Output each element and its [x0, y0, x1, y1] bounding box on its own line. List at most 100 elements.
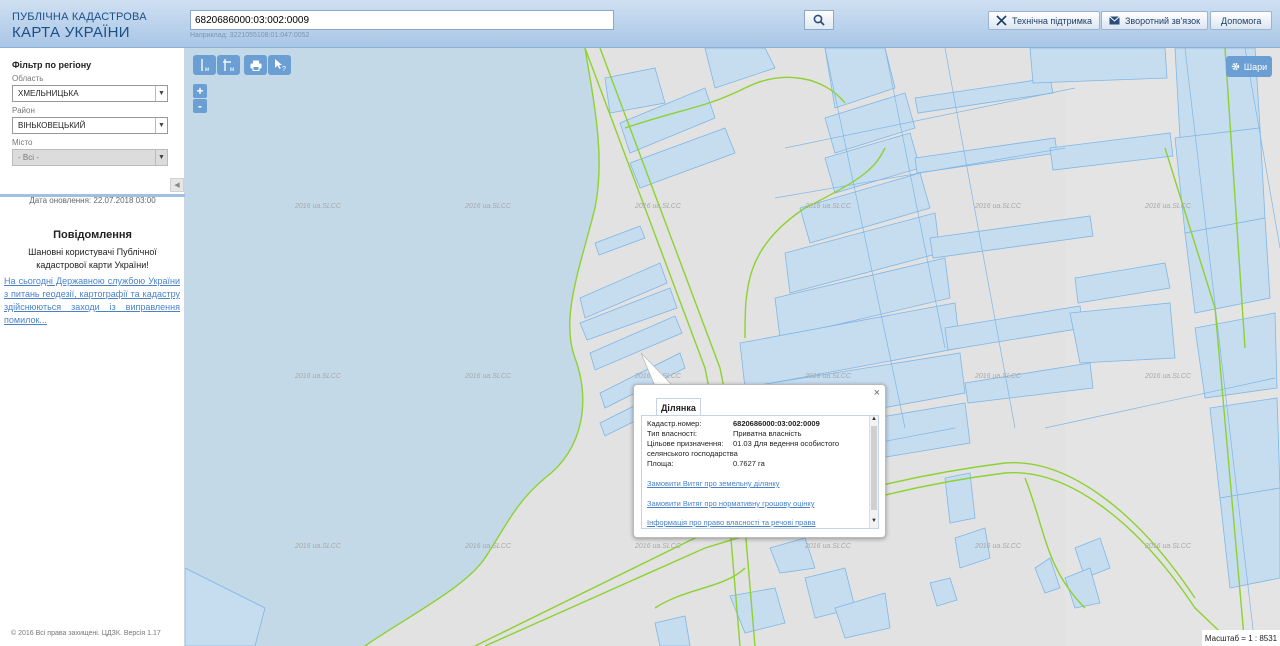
row-label: Тип власності: [647, 429, 697, 438]
search-button[interactable] [804, 10, 834, 30]
region-filter: Фільтр по регіону Область ХМЕЛЬНИЦЬКА ▼ … [0, 48, 184, 195]
envelope-icon [1109, 16, 1120, 25]
feedback-label: Зворотний зв'язок [1125, 15, 1201, 26]
watermark-text: 2016 ua.SLCC [634, 543, 682, 550]
ownership-info-link[interactable]: Інформація про право власності та речові… [647, 518, 816, 527]
tools-icon [996, 15, 1007, 26]
watermark-text: 2016 ua.SLCC [464, 373, 512, 380]
watermark-text: 2016 ua.SLCC [294, 203, 342, 210]
feedback-button[interactable]: Зворотний зв'язок [1101, 11, 1209, 30]
map-view[interactable]: 2016 ua.SLCC 2016 ua.SLCC 2016 ua.SLCC 2… [185, 48, 1280, 646]
measure-distance-button[interactable]: м [193, 55, 216, 75]
svg-text:?: ? [282, 66, 286, 72]
parcel-popup: × Ділянка Кадастр.номер: 6820686000:03:00… [633, 384, 886, 538]
city-label: Місто [12, 138, 33, 147]
close-icon[interactable]: × [874, 387, 880, 399]
watermark-text: 2016 ua.SLCC [294, 543, 342, 550]
zoom-out-button[interactable]: - [193, 99, 207, 113]
region-label: Область [12, 74, 44, 83]
info-row: Тип власності: Приватна власність [647, 429, 802, 439]
region-value: ХМЕЛЬНИЦЬКА [18, 89, 79, 98]
watermark-text: 2016 ua.SLCC [294, 373, 342, 380]
support-button[interactable]: Технічна підтримка [988, 11, 1101, 30]
region-select[interactable]: ХМЕЛЬНИЦЬКА ▼ [12, 85, 168, 102]
info-row: Цільове призначення: 01.03 Для ведення ос… [647, 439, 839, 449]
watermark-text: 2016 ua.SLCC [974, 203, 1022, 210]
watermark-text: 2016 ua.SLCC [464, 543, 512, 550]
row-value: 0.7627 га [733, 459, 765, 468]
watermark-text: 2016 ua.SLCC [464, 203, 512, 210]
notice-title: Повідомлення [53, 229, 132, 241]
zoom-in-button[interactable]: + [193, 84, 207, 98]
watermark-text: 2016 ua.SLCC [804, 373, 852, 380]
search-hint: Наприклад: 3221055108:01:047:0052 [190, 32, 310, 39]
info-row: Площа: 0.7627 га [647, 459, 765, 469]
update-date: Дата оновлення: 22.07.2018 03:00 [29, 196, 156, 205]
sidebar: Фільтр по регіону Область ХМЕЛЬНИЦЬКА ▼ … [0, 48, 185, 646]
filter-title: Фільтр по регіону [12, 60, 92, 70]
support-label: Технічна підтримка [1012, 15, 1093, 26]
info-row: Кадастр.номер: 6820686000:03:002:0009 [647, 419, 820, 429]
search-input[interactable] [190, 10, 614, 30]
map-canvas[interactable]: 2016 ua.SLCC 2016 ua.SLCC 2016 ua.SLCC 2… [185, 48, 1280, 646]
layers-label: Шари [1243, 61, 1268, 72]
search-box: Наприклад: 3221055108:01:047:0052 [190, 10, 834, 39]
chevron-down-icon: ▼ [155, 86, 167, 101]
district-select[interactable]: ВІНЬКОВЕЦЬКИЙ ▼ [12, 117, 168, 134]
chevron-down-icon: ▼ [155, 150, 167, 165]
collapse-sidebar-button[interactable]: ◀ [170, 178, 184, 192]
scroll-down-icon[interactable]: ▼ [870, 518, 878, 524]
logo[interactable]: ПУБЛІЧНА КАДАСТРОВА КАРТА УКРАЇНИ [12, 11, 147, 41]
ruler-icon: м [200, 59, 209, 72]
row-label: Цільове призначення: [647, 439, 724, 448]
svg-text:м: м [230, 67, 234, 72]
city-value: - Всі - [18, 153, 39, 162]
svg-text:м: м [205, 67, 209, 72]
chevron-down-icon: ▼ [155, 118, 167, 133]
notice-link[interactable]: На сьогодні Державною службою України з … [4, 275, 180, 327]
district-label: Район [12, 106, 35, 115]
row-label: Площа: [647, 459, 674, 468]
pointer-help-icon: ? [274, 59, 286, 72]
popup-scrollbar[interactable]: ▲ ▼ [869, 416, 878, 528]
row-value-cont: селянського господарства [647, 449, 738, 458]
district-value: ВІНЬКОВЕЦЬКИЙ [18, 121, 86, 130]
print-button[interactable] [244, 55, 267, 75]
printer-icon [250, 60, 261, 71]
watermark-text: 2016 ua.SLCC [804, 203, 852, 210]
order-extract-link[interactable]: Замовити Витяг про земельну ділянку [647, 479, 780, 488]
watermark-text: 2016 ua.SLCC [974, 373, 1022, 380]
logo-line2: КАРТА УКРАЇНИ [12, 24, 130, 41]
layers-button[interactable]: Шари [1226, 56, 1272, 77]
logo-line1: ПУБЛІЧНА КАДАСТРОВА [12, 11, 147, 23]
help-label: Допомога [1221, 15, 1262, 26]
scale-readout: Масштаб = 1 : 8531 [1202, 630, 1280, 646]
row-value: Приватна власність [733, 429, 802, 438]
scroll-up-icon[interactable]: ▲ [870, 416, 878, 422]
area-ruler-icon: м [222, 59, 234, 72]
watermark-text: 2016 ua.SLCC [634, 203, 682, 210]
row-value: 6820686000:03:002:0009 [733, 419, 820, 428]
tab-parcel[interactable]: Ділянка [656, 398, 701, 416]
watermark-text: 2016 ua.SLCC [974, 543, 1022, 550]
watermark-text: 2016 ua.SLCC [1144, 373, 1192, 380]
header: ПУБЛІЧНА КАДАСТРОВА КАРТА УКРАЇНИ Наприк… [0, 0, 1280, 48]
watermark-text: 2016 ua.SLCC [804, 543, 852, 550]
identify-button[interactable]: ? [268, 55, 291, 75]
gear-icon [1231, 62, 1240, 71]
search-icon [813, 14, 825, 26]
info-row: селянського господарства [647, 449, 738, 459]
scroll-thumb[interactable] [871, 426, 877, 510]
watermark-text: 2016 ua.SLCC [1144, 203, 1192, 210]
zoom-control: + - [193, 84, 207, 114]
notice-text: Шановні користувачі Публічної кадастрово… [28, 247, 157, 270]
row-label: Кадастр.номер: [647, 419, 702, 428]
map-toolbar: м м ? [193, 55, 291, 75]
order-valuation-link[interactable]: Замовити Витяг про нормативну грошову оц… [647, 499, 814, 508]
help-button[interactable]: Допомога [1210, 11, 1273, 30]
popup-body: Кадастр.номер: 6820686000:03:002:0009 Тип… [641, 415, 879, 529]
city-select[interactable]: - Всі - ▼ [12, 149, 168, 166]
water-area [185, 48, 600, 646]
measure-area-button[interactable]: м [217, 55, 240, 75]
watermark-text: 2016 ua.SLCC [1144, 543, 1192, 550]
